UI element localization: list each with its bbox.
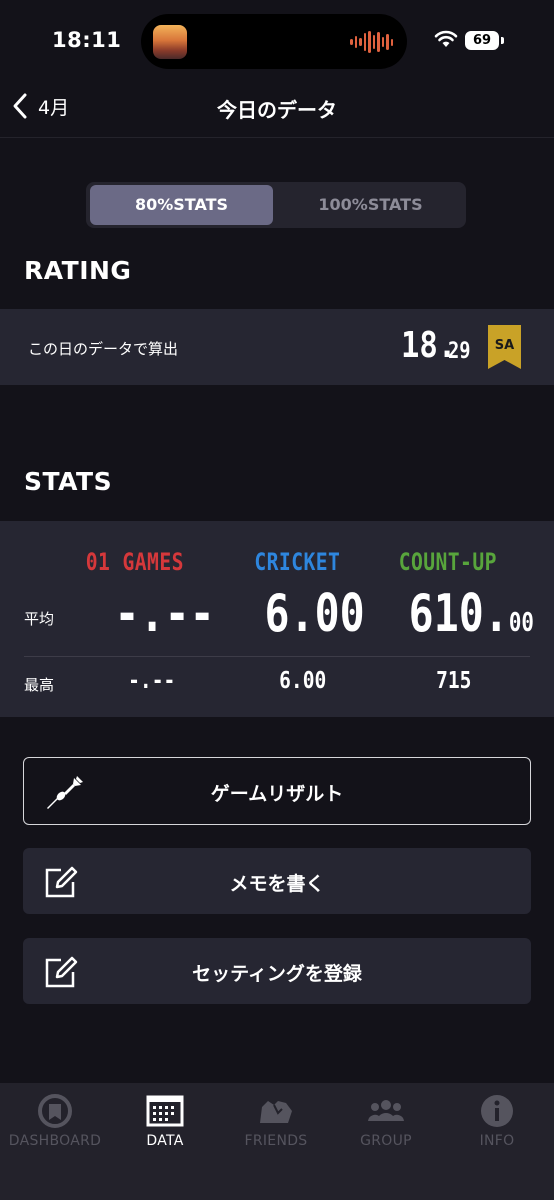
- group-icon: [368, 1100, 404, 1121]
- stats-section-title: STATS: [24, 467, 113, 496]
- column-01-games: 01 GAMES: [85, 548, 184, 576]
- page-title: 今日のデータ: [217, 98, 337, 122]
- tab-group-label: GROUP: [360, 1133, 412, 1149]
- stats-mode-segmented-control: 80%STATS 100%STATS: [86, 182, 466, 228]
- count-up-average-decimal: 00: [508, 608, 534, 638]
- game-result-button[interactable]: ゲームリザルト: [23, 757, 531, 825]
- tab-info[interactable]: INFO: [442, 1083, 552, 1163]
- write-memo-label: メモを書く: [229, 873, 325, 895]
- tab-info-label: INFO: [479, 1133, 515, 1149]
- dashboard-icon: [38, 1094, 72, 1128]
- 01-games-max: -.--: [128, 668, 176, 694]
- segment-80-stats[interactable]: 80%STATS: [90, 185, 273, 225]
- wifi-icon: [434, 30, 458, 47]
- stats-panel: 01 GAMES CRICKET COUNT-UP 平均 -.-- 6.00 6…: [0, 521, 554, 717]
- count-up-average: 610.00: [408, 584, 534, 644]
- audio-waveform-icon: [350, 30, 393, 54]
- average-row-label: 平均: [24, 610, 55, 628]
- tab-bar: DASHBOARD DATA FRIENDS GROUP INFO: [0, 1083, 554, 1200]
- cricket-max: 6.00: [279, 668, 327, 694]
- register-setting-button[interactable]: セッティングを登録: [23, 938, 531, 1004]
- nav-header: 4月 今日のデータ: [0, 80, 554, 138]
- status-time: 18:11: [52, 28, 122, 52]
- segment-100-stats[interactable]: 100%STATS: [279, 185, 462, 225]
- tab-data[interactable]: DATA: [110, 1083, 220, 1163]
- rating-section-title: RATING: [24, 256, 132, 285]
- game-result-label: ゲームリザルト: [210, 783, 344, 805]
- column-count-up: COUNT-UP: [398, 548, 497, 576]
- now-playing-artwork: [153, 25, 187, 59]
- max-row-label: 最高: [24, 676, 55, 694]
- data-icon: [146, 1095, 184, 1127]
- stats-divider: [24, 656, 530, 657]
- rank-badge-icon: SA: [488, 325, 521, 369]
- rating-label: この日のデータで算出: [28, 340, 179, 358]
- status-bar: 18:11 69: [0, 0, 554, 80]
- dynamic-island: [141, 14, 407, 69]
- cricket-average: 6.00: [264, 584, 365, 644]
- tab-group[interactable]: GROUP: [331, 1083, 441, 1163]
- register-setting-label: セッティングを登録: [192, 963, 362, 985]
- info-icon: [481, 1095, 513, 1127]
- friends-icon: [260, 1101, 292, 1123]
- tab-data-label: DATA: [146, 1133, 184, 1149]
- tab-friends-label: FRIENDS: [244, 1133, 308, 1149]
- write-memo-button[interactable]: メモを書く: [23, 848, 531, 914]
- battery-indicator: 69: [465, 31, 499, 50]
- tab-dashboard[interactable]: DASHBOARD: [0, 1083, 110, 1163]
- 01-games-average: -.--: [114, 584, 215, 644]
- rank-badge-text: SA: [495, 338, 514, 353]
- rating-panel: この日のデータで算出 18. 29: [0, 309, 554, 385]
- count-up-max: 715: [436, 668, 472, 694]
- tab-dashboard-label: DASHBOARD: [8, 1133, 102, 1149]
- rating-value-decimal: 29: [448, 339, 471, 364]
- tab-friends[interactable]: FRIENDS: [221, 1083, 331, 1163]
- column-cricket: CRICKET: [254, 548, 341, 576]
- battery-tip: [501, 37, 504, 44]
